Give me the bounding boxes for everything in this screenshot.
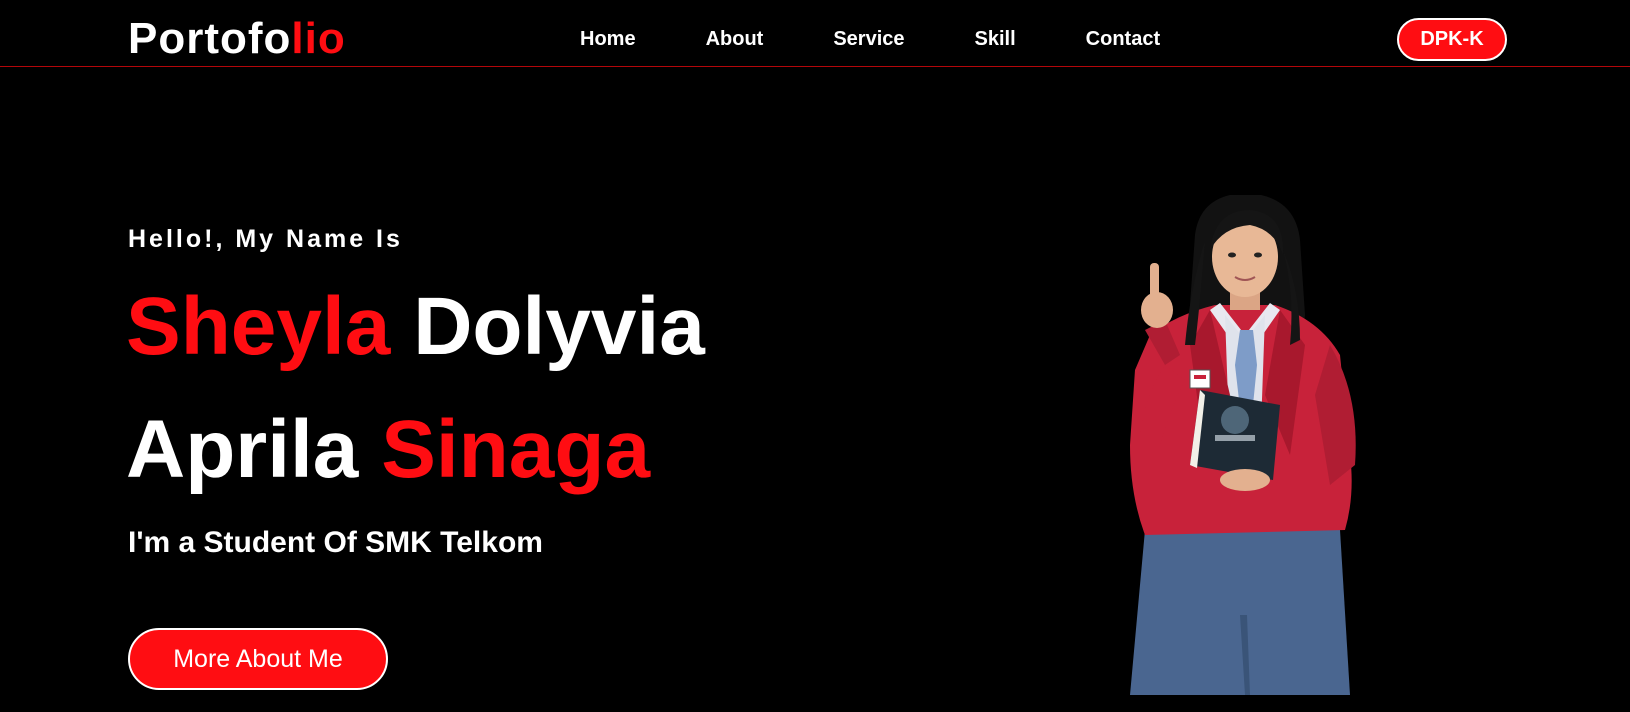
hero-name-fourth: Sinaga	[381, 404, 651, 495]
hero-name-first: Sheyla	[126, 281, 391, 372]
logo-text-main: Portofo	[128, 14, 292, 63]
nav-link-service[interactable]: Service	[833, 27, 904, 51]
main-nav: Home About Service Skill Contact	[580, 27, 1160, 51]
hero-subtitle: I'm a Student Of SMK Telkom	[128, 526, 543, 559]
nav-link-home[interactable]: Home	[580, 27, 636, 51]
profile-photo	[1130, 195, 1356, 695]
more-about-me-button[interactable]: More About Me	[128, 628, 388, 690]
nav-link-about[interactable]: About	[706, 27, 764, 51]
hero-greeting: Hello!, My Name Is	[128, 225, 403, 253]
logo-text-accent: lio	[291, 14, 346, 63]
hero-name-line-2: Aprila Sinaga	[126, 405, 650, 495]
nav-link-skill[interactable]: Skill	[975, 27, 1016, 51]
hero-name-third: Aprila	[126, 404, 359, 495]
nav-link-contact[interactable]: Contact	[1086, 27, 1160, 51]
site-header: Portofolio Home About Service Skill Cont…	[0, 0, 1630, 67]
hero-name-second: Dolyvia	[413, 281, 705, 372]
dpk-k-button[interactable]: DPK-K	[1397, 18, 1507, 61]
site-logo[interactable]: Portofolio	[128, 13, 346, 65]
hero-name-line-1: Sheyla Dolyvia	[126, 282, 705, 372]
